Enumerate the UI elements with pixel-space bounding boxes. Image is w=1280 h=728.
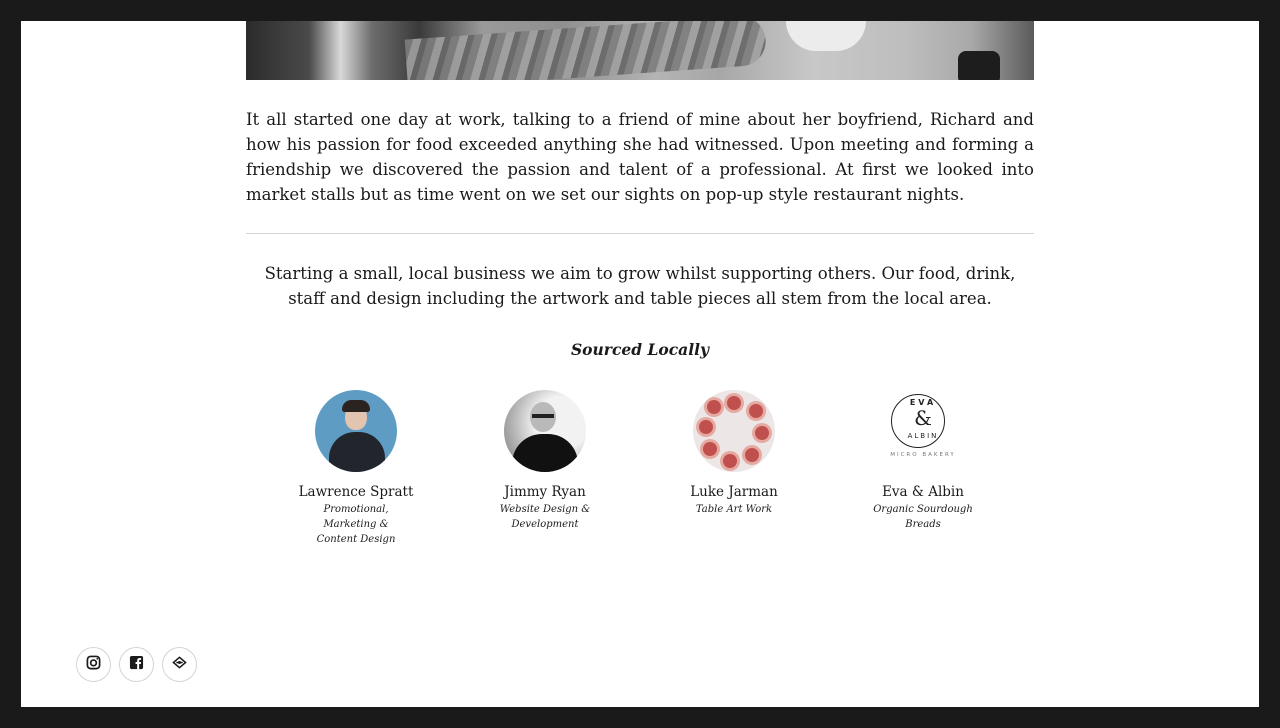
person-name: Lawrence Spratt <box>298 484 414 500</box>
person-card-luke: Luke Jarman Table Art Work <box>659 390 809 517</box>
intro-paragraph: It all started one day at work, talking … <box>246 110 1034 204</box>
instagram-icon <box>86 655 101 674</box>
hero-image <box>246 21 1034 80</box>
person-card-lawrence: Lawrence Spratt Promotional, Marketing &… <box>281 390 431 547</box>
avatar <box>315 390 397 472</box>
facebook-link[interactable] <box>119 647 154 682</box>
social-links <box>76 647 197 682</box>
person-name: Luke Jarman <box>690 484 778 500</box>
person-role: Website Design & Development <box>499 504 591 530</box>
person-card-jimmy: Jimmy Ryan Website Design & Development <box>470 390 620 532</box>
tripadvisor-link[interactable] <box>162 647 197 682</box>
instagram-link[interactable] <box>76 647 111 682</box>
person-card-eva-albin: EVA & ALBIN MICRO BAKERY Eva & Albin Org… <box>848 390 998 532</box>
person-role: Table Art Work <box>695 504 773 515</box>
page-frame: It all started one day at work, talking … <box>21 21 1259 707</box>
person-role: Promotional, Marketing & Content Design <box>316 504 396 545</box>
eva-albin-logo: EVA & ALBIN MICRO BAKERY <box>882 390 964 472</box>
avatar <box>504 390 586 472</box>
divider <box>246 233 1034 234</box>
facebook-icon <box>129 655 144 674</box>
person-name: Jimmy Ryan <box>504 484 586 500</box>
sourced-locally-heading: Sourced Locally <box>570 340 709 359</box>
person-name: Eva & Albin <box>882 484 964 500</box>
mission-statement: Starting a small, local business we aim … <box>264 264 1016 308</box>
avatar <box>693 390 775 472</box>
person-role: Organic Sourdough Breads <box>873 504 973 530</box>
tripadvisor-icon <box>172 655 187 674</box>
